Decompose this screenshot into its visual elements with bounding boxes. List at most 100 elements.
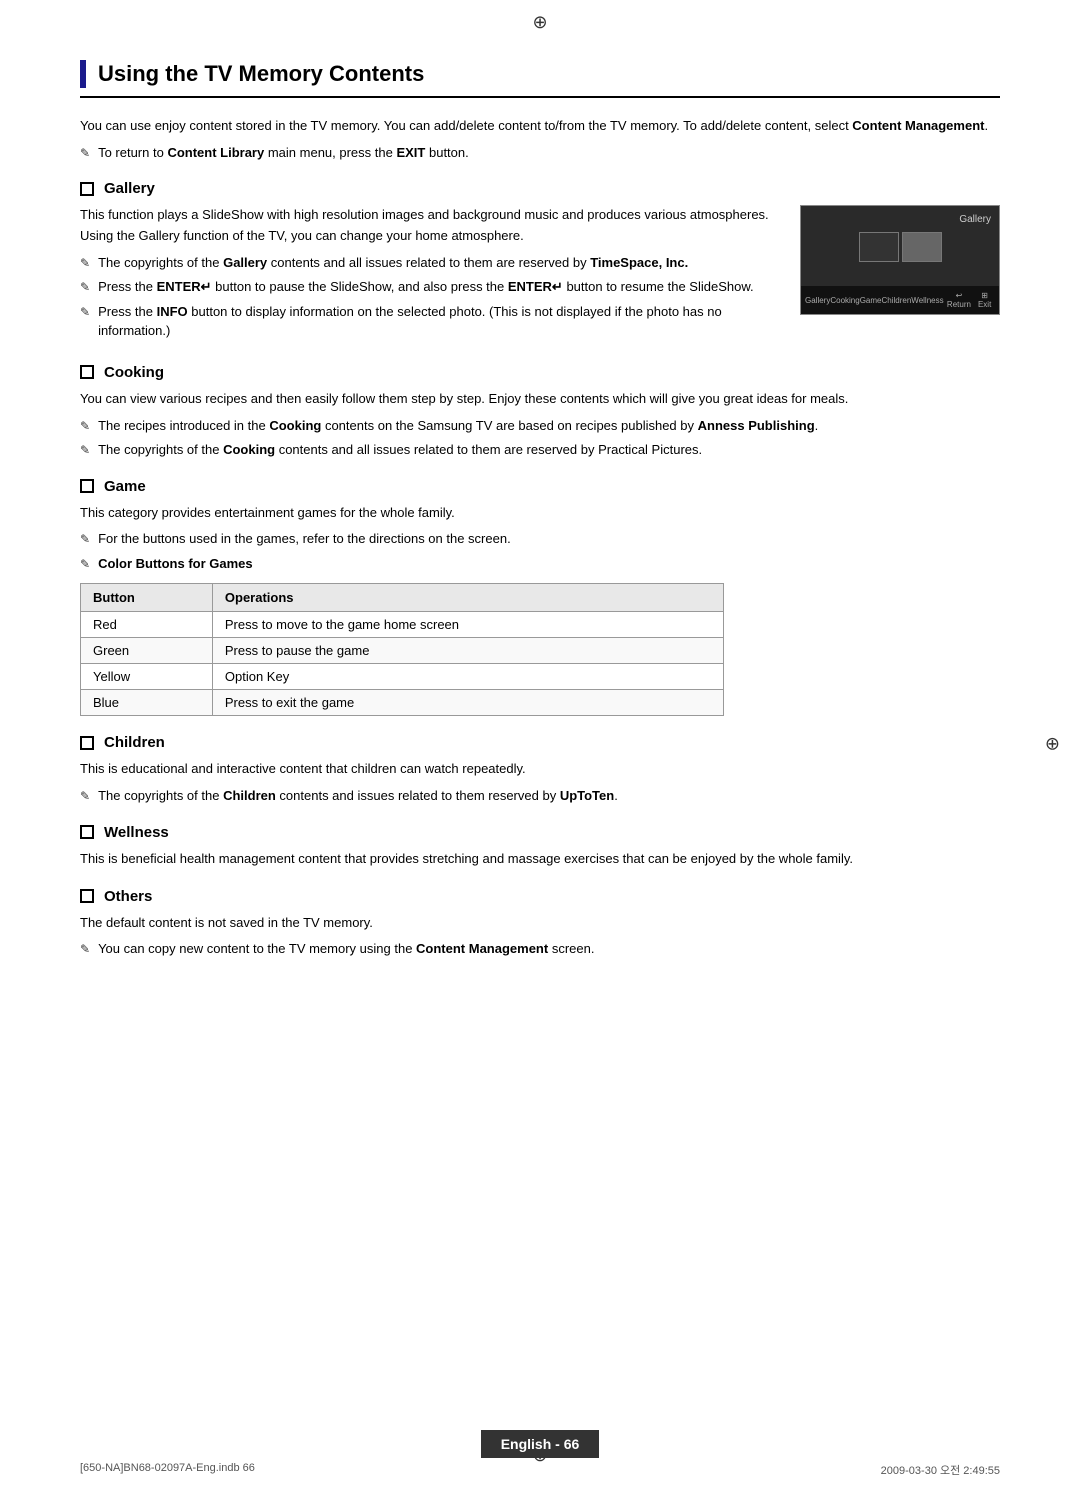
gallery-note-3-text: Press the INFO button to display informa…: [98, 302, 780, 341]
footer: English - 66: [0, 1430, 1080, 1458]
thumb-1: [859, 232, 899, 262]
footer-right-note: 2009-03-30 오전 2:49:55: [881, 1462, 1000, 1478]
cooking-note-1-text: The recipes introduced in the Cooking co…: [98, 416, 818, 436]
note-icon-c2: ✎: [80, 441, 90, 459]
children-checkbox: [80, 736, 94, 750]
table-header-button: Button: [81, 584, 213, 612]
others-note-1: ✎ You can copy new content to the TV mem…: [80, 939, 1000, 959]
button-blue: Blue: [81, 690, 213, 716]
gallery-note-2-text: Press the ENTER↵ button to pause the Sli…: [98, 277, 754, 297]
cooking-title: Cooking: [104, 364, 164, 381]
gallery-image-label: Gallery: [959, 214, 991, 225]
op-red: Press to move to the game home screen: [212, 612, 723, 638]
note-icon-2: ✎: [80, 278, 90, 296]
button-yellow: Yellow: [81, 664, 213, 690]
color-buttons-label-line: ✎ Color Buttons for Games: [80, 554, 1000, 574]
wellness-section: Wellness This is beneficial health manag…: [80, 824, 1000, 870]
page-title-section: Using the TV Memory Contents: [80, 60, 1000, 98]
gallery-note-1: ✎ The copyrights of the Gallery contents…: [80, 253, 780, 273]
children-header: Children: [80, 734, 1000, 751]
gallery-title: Gallery: [104, 180, 155, 197]
cooking-note-1: ✎ The recipes introduced in the Cooking …: [80, 416, 1000, 436]
children-title: Children: [104, 734, 165, 751]
note-icon-g1: ✎: [80, 530, 90, 548]
game-note-1: ✎ For the buttons used in the games, ref…: [80, 529, 1000, 549]
table-row: Blue Press to exit the game: [81, 690, 724, 716]
op-green: Press to pause the game: [212, 638, 723, 664]
gallery-content: This function plays a SlideShow with hig…: [80, 205, 1000, 346]
others-checkbox: [80, 889, 94, 903]
title-bar-accent: [80, 60, 86, 88]
gallery-image: Gallery Gallery Cooking Game Children We…: [800, 205, 1000, 315]
intro-text: You can use enjoy content stored in the …: [80, 116, 1000, 137]
note-icon-o1: ✎: [80, 940, 90, 958]
game-body: This category provides entertainment gam…: [80, 503, 1000, 524]
nav-game: Game: [860, 296, 882, 305]
gallery-nav-bar: Gallery Cooking Game Children Wellness ↩…: [801, 286, 999, 314]
color-buttons-label: Color Buttons for Games: [98, 554, 253, 574]
button-red: Red: [81, 612, 213, 638]
nav-gallery: Gallery: [805, 296, 830, 305]
wellness-header: Wellness: [80, 824, 1000, 841]
thumb-2: [902, 232, 942, 262]
cooking-header: Cooking: [80, 364, 1000, 381]
footer-label: English - 66: [481, 1430, 600, 1458]
note-icon: ✎: [80, 144, 90, 162]
gallery-section: Gallery This function plays a SlideShow …: [80, 180, 1000, 346]
game-section: Game This category provides entertainmen…: [80, 478, 1000, 717]
others-title: Others: [104, 888, 152, 905]
gallery-note-1-text: The copyrights of the Gallery contents a…: [98, 253, 688, 273]
gallery-header: Gallery: [80, 180, 1000, 197]
table-row: Yellow Option Key: [81, 664, 724, 690]
table-header-operations: Operations: [212, 584, 723, 612]
gallery-text: This function plays a SlideShow with hig…: [80, 205, 780, 346]
footer-left-note: [650-NA]BN68-02097A-Eng.indb 66: [80, 1462, 255, 1478]
nav-return: ↩ Return: [944, 291, 975, 309]
children-note-1-text: The copyrights of the Children contents …: [98, 786, 618, 806]
op-yellow: Option Key: [212, 664, 723, 690]
others-note-1-text: You can copy new content to the TV memor…: [98, 939, 594, 959]
right-crosshair-icon: ⊕: [1045, 734, 1060, 755]
cooking-body: You can view various recipes and then ea…: [80, 389, 1000, 410]
children-body: This is educational and interactive cont…: [80, 759, 1000, 780]
others-body: The default content is not saved in the …: [80, 913, 1000, 934]
note-icon-g2: ✎: [80, 555, 90, 573]
cooking-section: Cooking You can view various recipes and…: [80, 364, 1000, 460]
wellness-body: This is beneficial health management con…: [80, 849, 1000, 870]
button-green: Green: [81, 638, 213, 664]
nav-cooking: Cooking: [830, 296, 859, 305]
nav-children: Children: [882, 296, 912, 305]
nav-wellness: Wellness: [911, 296, 943, 305]
game-checkbox: [80, 479, 94, 493]
gallery-note-3: ✎ Press the INFO button to display infor…: [80, 302, 780, 341]
gallery-body: This function plays a SlideShow with hig…: [80, 205, 780, 247]
note-icon-c1: ✎: [80, 417, 90, 435]
top-crosshair-icon: ⊕: [532, 12, 547, 33]
page-title: Using the TV Memory Contents: [98, 61, 424, 87]
intro-note: ✎ To return to Content Library main menu…: [80, 143, 1000, 163]
children-note-1: ✎ The copyrights of the Children content…: [80, 786, 1000, 806]
others-header: Others: [80, 888, 1000, 905]
gallery-checkbox: [80, 182, 94, 196]
cooking-note-2-text: The copyrights of the Cooking contents a…: [98, 440, 702, 460]
cooking-note-2: ✎ The copyrights of the Cooking contents…: [80, 440, 1000, 460]
children-section: Children This is educational and interac…: [80, 734, 1000, 805]
page: ⊕ ⊕ ⊕ Using the TV Memory Contents You c…: [0, 0, 1080, 1488]
cooking-checkbox: [80, 365, 94, 379]
note-icon-ch1: ✎: [80, 787, 90, 805]
nav-exit: ⊞ Exit: [974, 291, 995, 309]
wellness-title: Wellness: [104, 824, 169, 841]
game-note-1-text: For the buttons used in the games, refer…: [98, 529, 511, 549]
color-buttons-table: Button Operations Red Press to move to t…: [80, 583, 724, 716]
footer-bottom: [650-NA]BN68-02097A-Eng.indb 66 2009-03-…: [80, 1462, 1000, 1478]
intro-section: You can use enjoy content stored in the …: [80, 116, 1000, 162]
note-icon-1: ✎: [80, 254, 90, 272]
game-title: Game: [104, 478, 146, 495]
table-row: Red Press to move to the game home scree…: [81, 612, 724, 638]
game-header: Game: [80, 478, 1000, 495]
note-icon-3: ✎: [80, 303, 90, 321]
op-blue: Press to exit the game: [212, 690, 723, 716]
intro-note-text: To return to Content Library main menu, …: [98, 143, 469, 163]
gallery-note-2: ✎ Press the ENTER↵ button to pause the S…: [80, 277, 780, 297]
wellness-checkbox: [80, 825, 94, 839]
